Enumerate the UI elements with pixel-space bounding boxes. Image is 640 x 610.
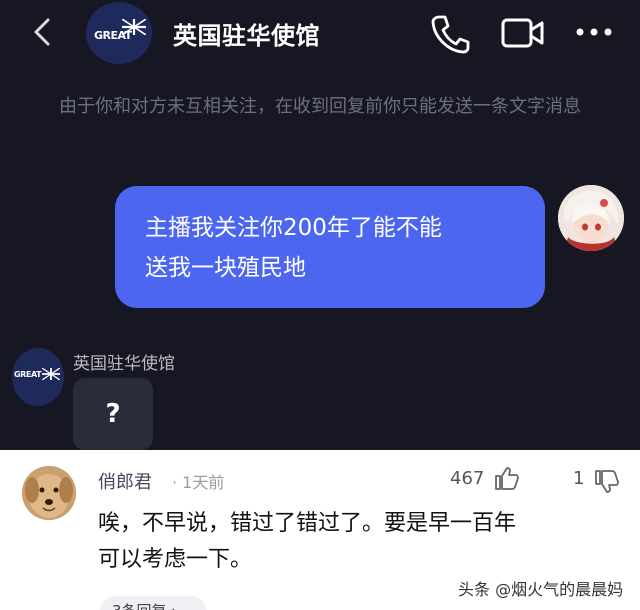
follow-notice: 由于你和对方未互相关注，在收到回复前你只能发送一条文字消息 [59, 96, 581, 117]
thumbs-up-icon[interactable] [492, 464, 520, 492]
comment-card: 俏郎君 · 1天前 467 1 唉，不早说，错过了错过了。要是早一百年 可以考虑… [0, 450, 640, 610]
anime-avatar-image [558, 185, 624, 251]
chat-header: GREAT 英国驻华使馆 [0, 0, 640, 68]
my-avatar[interactable] [558, 185, 624, 251]
sent-message-bubble[interactable]: 主播我关注你200年了能不能 送我一块殖民地 [115, 186, 545, 308]
sender-name: 英国驻华使馆 [73, 354, 175, 374]
sent-message-line: 送我一块殖民地 [145, 255, 306, 281]
comment-text: 唉，不早说，错过了错过了。要是早一百年 可以考虑一下。 [98, 506, 638, 578]
commenter-username[interactable]: 俏郎君 [98, 468, 152, 494]
like-count: 467 [450, 468, 485, 489]
dog-avatar-image [22, 466, 76, 520]
video-call-icon[interactable] [500, 12, 546, 54]
comment-text-line: 可以考虑一下。 [98, 547, 253, 572]
view-replies-button[interactable]: 3条回复 › [100, 596, 206, 610]
more-options-icon[interactable] [572, 12, 616, 54]
comment-text-line: 唉，不早说，错过了错过了。要是早一百年 [98, 511, 517, 536]
chat-screen: GREAT 英国驻华使馆 由于你和对方未互相关注，在收到回复前你只能发送一条文字… [0, 0, 640, 450]
logo-text: GREAT [14, 370, 42, 379]
comment-time: · 1天前 [172, 473, 225, 492]
thumbs-down-icon[interactable] [592, 468, 620, 496]
embassy-logo[interactable]: GREAT [86, 2, 152, 64]
commenter-avatar[interactable] [22, 466, 76, 520]
union-flag-icon [122, 19, 146, 35]
dislike-count: 1 [573, 468, 585, 489]
sent-message-line: 主播我关注你200年了能不能 [145, 215, 442, 241]
back-arrow-icon[interactable] [28, 14, 60, 50]
watermark: 头条 @烟火气的晨晨妈 [458, 580, 624, 599]
phone-icon[interactable] [428, 12, 472, 54]
chat-title: 英国驻华使馆 [173, 22, 320, 50]
received-message-bubble[interactable]: ? [73, 378, 153, 450]
union-flag-icon [42, 368, 60, 380]
embassy-avatar[interactable]: GREAT [12, 348, 64, 406]
